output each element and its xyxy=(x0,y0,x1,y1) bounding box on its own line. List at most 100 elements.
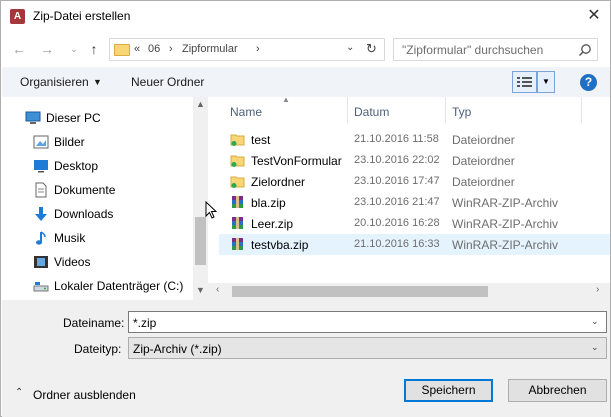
address-dropdown-icon[interactable]: ⌄ xyxy=(346,42,354,53)
address-bar[interactable]: « 06 › Zipformular › ⌄ ↻ xyxy=(109,38,385,61)
filetype-select[interactable]: Zip-Archiv (*.zip) ⌄ xyxy=(128,337,607,359)
organize-dropdown-icon[interactable]: ▼ xyxy=(93,77,102,87)
sidebar-item-label: Bilder xyxy=(54,135,85,149)
pictures-icon xyxy=(33,135,49,149)
folder-icon xyxy=(230,134,245,146)
search-placeholder: "Zipformular" durchsuchen xyxy=(402,43,544,57)
column-header-date[interactable]: Datum xyxy=(354,105,389,119)
window-title: Zip-Datei erstellen xyxy=(33,9,131,23)
save-button[interactable]: Speichern xyxy=(404,379,493,402)
file-date: 20.10.2016 16:28 xyxy=(354,217,440,229)
file-type: WinRAR-ZIP-Archiv xyxy=(452,238,559,252)
filetype-dropdown-icon[interactable]: ⌄ xyxy=(591,342,599,353)
scrollbar-thumb[interactable] xyxy=(232,286,488,297)
file-date: 23.10.2016 22:02 xyxy=(354,154,440,166)
file-date: 23.10.2016 21:47 xyxy=(354,196,440,208)
help-icon[interactable]: ? xyxy=(580,74,597,91)
sidebar-item-music[interactable]: Musik xyxy=(2,226,192,250)
filename-input[interactable]: *.zip ⌄ xyxy=(128,311,607,333)
sidebar-item-this-pc[interactable]: Dieser PC xyxy=(2,106,192,130)
view-dropdown-icon[interactable]: ▼ xyxy=(537,71,555,93)
file-name: Leer.zip xyxy=(251,217,294,231)
sidebar-item-documents[interactable]: Dokumente xyxy=(2,178,192,202)
sidebar-item-desktop[interactable]: Desktop xyxy=(2,154,192,178)
scroll-left-icon[interactable]: ‹ xyxy=(216,284,219,295)
breadcrumb-separator-icon[interactable]: › xyxy=(169,43,173,55)
sort-ascending-icon: ▲ xyxy=(282,95,290,104)
breadcrumb-06[interactable]: 06 xyxy=(148,43,160,55)
file-type: WinRAR-ZIP-Archiv xyxy=(452,196,559,210)
close-button[interactable]: ✕ xyxy=(581,5,607,27)
filename-dropdown-icon[interactable]: ⌄ xyxy=(591,316,599,327)
file-row-leer-zip[interactable]: Leer.zip 20.10.2016 16:28 WinRAR-ZIP-Arc… xyxy=(219,213,610,234)
scroll-down-icon[interactable]: ▼ xyxy=(196,285,205,295)
file-row-testvba-zip[interactable]: testvba.zip 21.10.2016 16:33 WinRAR-ZIP-… xyxy=(219,234,610,255)
pc-icon xyxy=(25,111,41,124)
column-separator xyxy=(445,97,446,123)
new-folder-button[interactable]: Neuer Ordner xyxy=(131,75,204,89)
file-date: 21.10.2016 16:33 xyxy=(354,238,440,250)
back-arrow-icon[interactable]: ← xyxy=(9,38,29,60)
filelist-horizontal-scrollbar[interactable]: ‹ › xyxy=(208,283,610,300)
file-type: WinRAR-ZIP-Archiv xyxy=(452,217,559,231)
mouse-cursor-icon xyxy=(205,201,217,219)
winrar-archive-icon xyxy=(232,238,243,250)
chevron-up-icon[interactable]: ⌃ xyxy=(15,387,23,398)
column-header-name[interactable]: Name xyxy=(230,105,262,119)
sidebar-item-videos[interactable]: Videos xyxy=(2,250,192,274)
downloads-icon xyxy=(35,207,47,221)
file-row-zielordner[interactable]: Zielordner 23.10.2016 17:47 Dateiordner xyxy=(219,171,610,192)
file-name: bla.zip xyxy=(251,196,286,210)
winrar-archive-icon xyxy=(232,196,243,208)
sidebar-item-label: Lokaler Datenträger (C:) xyxy=(54,279,184,293)
file-row-testvonformular[interactable]: TestVonFormular 23.10.2016 22:02 Dateior… xyxy=(219,150,610,171)
file-name: Zielordner xyxy=(251,175,306,189)
sidebar-item-downloads[interactable]: Downloads xyxy=(2,202,192,226)
breadcrumb-zipformular[interactable]: Zipformular xyxy=(182,43,238,55)
file-type: Dateiordner xyxy=(452,154,515,168)
navigation-scrollbar[interactable]: ▲ ▼ xyxy=(193,97,208,300)
filename-label: Dateiname: xyxy=(63,316,125,330)
sidebar-item-label: Downloads xyxy=(54,207,114,221)
filetype-label: Dateityp: xyxy=(74,342,122,356)
sidebar-item-label: Dieser PC xyxy=(46,111,101,125)
sidebar-item-local-drive[interactable]: Lokaler Datenträger (C:) xyxy=(2,274,192,298)
file-name: test xyxy=(251,133,271,147)
folder-icon xyxy=(114,44,130,56)
forward-arrow-icon[interactable]: → xyxy=(37,38,57,60)
column-header-type[interactable]: Typ xyxy=(452,105,471,119)
save-dialog: A Zip-Datei erstellen ✕ ← → ⌄ ↑ « 06 › Z… xyxy=(0,0,611,417)
sidebar-item-label: Dokumente xyxy=(54,183,116,197)
view-button[interactable] xyxy=(512,71,537,93)
folder-icon xyxy=(230,176,245,188)
file-date: 21.10.2016 11:58 xyxy=(354,133,439,145)
file-date: 23.10.2016 17:47 xyxy=(354,175,440,187)
scrollbar-thumb[interactable] xyxy=(195,217,206,265)
column-separator xyxy=(347,97,348,123)
hide-folders-button[interactable]: Ordner ausblenden xyxy=(33,388,136,402)
sidebar-item-pictures[interactable]: Bilder xyxy=(2,130,192,154)
documents-icon xyxy=(35,182,47,198)
search-input[interactable]: "Zipformular" durchsuchen xyxy=(393,38,598,61)
save-options-panel: Dateiname: *.zip ⌄ Dateityp: Zip-Archiv … xyxy=(2,300,610,417)
scroll-up-icon[interactable]: ▲ xyxy=(196,99,205,109)
title-bar: A Zip-Datei erstellen ✕ xyxy=(1,1,610,32)
file-name: TestVonFormular xyxy=(251,154,342,168)
up-arrow-icon[interactable]: ↑ xyxy=(84,38,104,60)
file-row-bla-zip[interactable]: bla.zip 23.10.2016 21:47 WinRAR-ZIP-Arch… xyxy=(219,192,610,213)
search-icon[interactable] xyxy=(578,43,592,57)
cancel-button[interactable]: Abbrechen xyxy=(508,379,607,402)
recent-locations-chevron-icon[interactable]: ⌄ xyxy=(64,38,84,60)
sidebar-item-label: Desktop xyxy=(54,159,99,173)
filetype-value: Zip-Archiv (*.zip) xyxy=(133,342,222,356)
breadcrumb-separator-icon[interactable]: › xyxy=(256,43,260,55)
file-type: Dateiordner xyxy=(452,133,515,147)
organize-button[interactable]: Organisieren xyxy=(20,75,89,89)
file-row-test[interactable]: test 21.10.2016 11:58 Dateiordner xyxy=(219,129,610,150)
scroll-right-icon[interactable]: › xyxy=(596,284,599,295)
refresh-icon[interactable]: ↻ xyxy=(366,41,377,57)
music-icon xyxy=(36,231,46,245)
breadcrumb-overflow[interactable]: « xyxy=(134,43,140,55)
winrar-archive-icon xyxy=(232,217,243,229)
file-name: testvba.zip xyxy=(251,238,309,252)
